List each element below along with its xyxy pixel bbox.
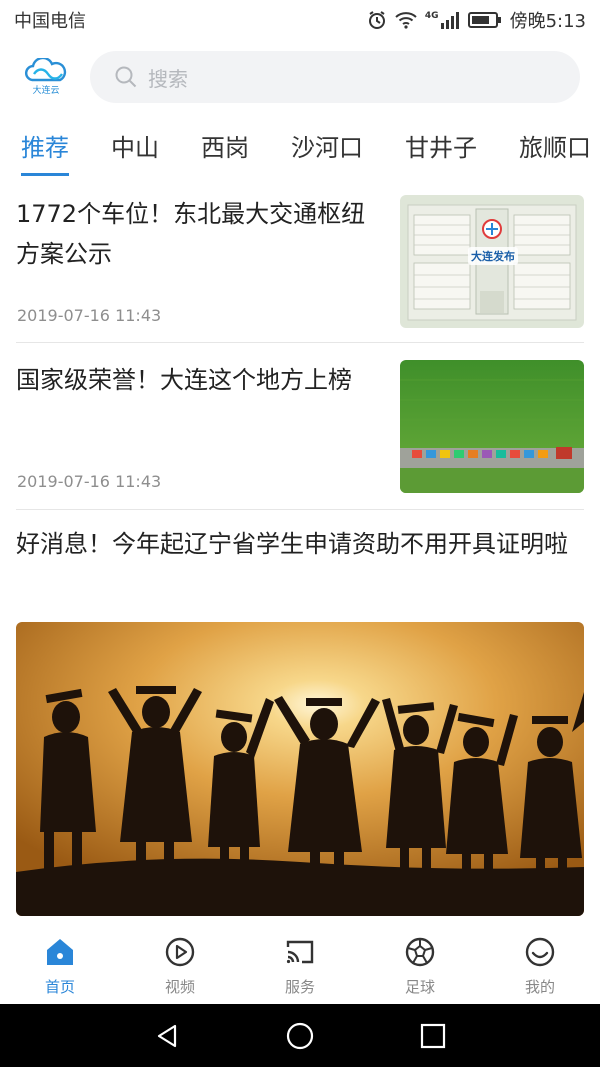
- nav-video-label: 视频: [164, 978, 195, 996]
- recents-icon[interactable]: [367, 1023, 500, 1049]
- tab-ganjingzi[interactable]: 甘井子: [405, 120, 477, 176]
- smiley-icon: [524, 936, 556, 972]
- news-thumbnail-map: 大连发布: [400, 195, 584, 328]
- back-icon[interactable]: [101, 1022, 234, 1050]
- news-cover-graduates[interactable]: [16, 622, 584, 916]
- nav-video[interactable]: 视频: [120, 928, 240, 1004]
- nav-service-label: 服务: [284, 978, 315, 996]
- home-circle-icon[interactable]: [234, 1021, 367, 1051]
- network-type: 4G: [424, 11, 439, 21]
- cloud-logo-icon: [24, 58, 67, 82]
- search-placeholder: 搜索: [148, 66, 188, 91]
- battery-icon: [467, 11, 502, 29]
- news-item-2[interactable]: 国家级荣誉！大连这个地方上榜 2019-07-16 11:43: [16, 360, 584, 500]
- news-item-3[interactable]: 好消息！今年起辽宁省学生申请资助不用开具证明啦: [16, 524, 584, 614]
- nav-mine[interactable]: 我的: [480, 928, 600, 1004]
- soccer-ball-icon: [404, 936, 436, 972]
- system-nav-bar: [0, 1004, 600, 1067]
- tab-shahekou[interactable]: 沙河口: [291, 120, 363, 176]
- search-bar[interactable]: 搜索: [90, 51, 580, 103]
- app-header: 大连云 搜索: [0, 44, 600, 110]
- divider: [16, 509, 584, 510]
- status-icons: 4G 傍晚5:13: [367, 7, 586, 33]
- home-icon: [44, 936, 76, 972]
- clock-label: 傍晚5:13: [509, 11, 586, 32]
- tab-lvshunkou[interactable]: 旅顺口: [519, 120, 591, 176]
- wifi-icon: [395, 11, 417, 29]
- news-thumbnail-field: [400, 360, 584, 493]
- tab-zhongshan[interactable]: 中山: [111, 120, 159, 176]
- nav-mine-label: 我的: [524, 978, 555, 996]
- search-icon: [114, 65, 138, 89]
- nav-home[interactable]: 首页: [0, 928, 120, 1004]
- signal-icon: 4G: [425, 11, 460, 29]
- alarm-icon: [367, 10, 387, 30]
- news-title: 1772个车位！东北最大交通枢纽方案公示: [16, 200, 366, 268]
- news-date: 2019-07-16 11:43: [17, 472, 162, 491]
- cast-icon: [284, 936, 316, 972]
- nav-soccer[interactable]: 足球: [360, 928, 480, 1004]
- news-title: 国家级荣誉！大连这个地方上榜: [16, 366, 352, 394]
- tab-xigang[interactable]: 西岗: [201, 120, 249, 176]
- divider: [16, 342, 584, 343]
- dalian-cloud-logo[interactable]: 大连云: [22, 51, 70, 103]
- nav-home-label: 首页: [44, 978, 75, 996]
- nav-service[interactable]: 服务: [240, 928, 360, 1004]
- nav-soccer-label: 足球: [404, 978, 435, 996]
- carrier-label: 中国电信: [14, 11, 86, 32]
- thumbnail-caption: 大连发布: [471, 250, 515, 263]
- bottom-nav: 首页 视频 服务 足球 我的: [0, 928, 600, 1004]
- logo-text: 大连云: [32, 86, 60, 96]
- status-bar: 中国电信 4G 傍晚5:13: [0, 0, 600, 40]
- tab-recommended[interactable]: 推荐: [21, 120, 69, 176]
- play-icon: [164, 936, 196, 972]
- news-item-1[interactable]: 1772个车位！东北最大交通枢纽方案公示 2019-07-16 11:43 大连…: [16, 194, 584, 334]
- news-title: 好消息！今年起辽宁省学生申请资助不用开具证明啦: [16, 530, 568, 558]
- news-date: 2019-07-16 11:43: [17, 306, 162, 325]
- channel-tabs: 推荐 中山 西岗 沙河口 甘井子 旅顺口: [0, 120, 600, 176]
